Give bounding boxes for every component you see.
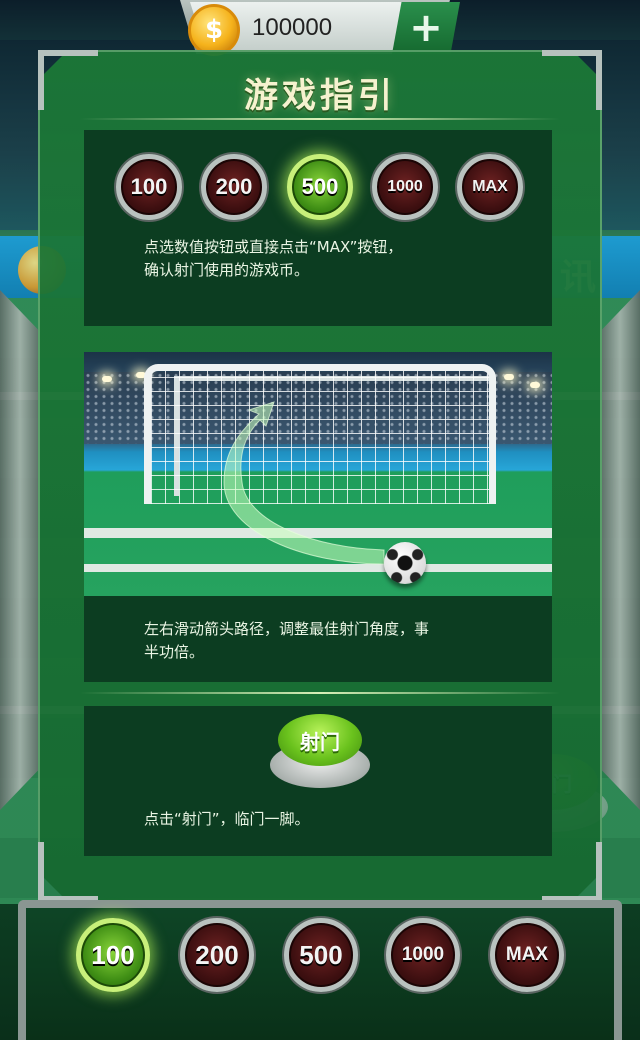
- title-divider: [80, 118, 560, 120]
- chip-label: 1000: [387, 178, 423, 195]
- chip-label: 1000: [401, 944, 445, 965]
- bet-chip-500[interactable]: 500: [284, 918, 358, 992]
- shoot-label: 射门: [300, 729, 340, 754]
- add-coins-button[interactable]: +: [392, 2, 460, 54]
- guide-chip-500-selected: 500: [287, 154, 353, 220]
- section-divider: [80, 692, 560, 694]
- chip-label: 200: [195, 939, 239, 970]
- step-1-line-2: 确认射门使用的游戏币。: [144, 261, 310, 279]
- chip-label: MAX: [505, 944, 549, 965]
- coin-symbol: $: [204, 15, 224, 45]
- guide-chip-1000: 1000: [372, 154, 438, 220]
- coin-icon: $: [188, 4, 240, 56]
- goal-illustration: [84, 352, 552, 596]
- guide-chip-200: 200: [201, 154, 267, 220]
- button-top: 射门: [278, 714, 362, 766]
- step-1-text: 点选数值按钮或直接点击“MAX”按钮， 确认射门使用的游戏币。: [144, 236, 524, 282]
- step-2-line-2: 半功倍。: [144, 643, 205, 661]
- chip-label: 500: [299, 939, 343, 970]
- guide-chip-max: MAX: [457, 154, 523, 220]
- left-rail: [0, 290, 40, 810]
- coin-amount: 100000: [252, 14, 333, 41]
- chip-label: 100: [130, 174, 168, 199]
- bet-chip-100[interactable]: 100: [76, 918, 150, 992]
- soccer-ball-icon: [384, 542, 426, 584]
- guide-title: 游戏指引: [244, 76, 396, 116]
- guide-shoot-button: 射门: [270, 712, 370, 788]
- chip-label: 500: [301, 174, 339, 199]
- bet-chip-max[interactable]: MAX: [490, 918, 564, 992]
- shot-path-arrow-icon: [223, 401, 385, 565]
- chip-label: MAX: [472, 178, 508, 195]
- chip-label: 100: [91, 939, 135, 970]
- right-rail: [600, 290, 640, 810]
- bet-chip-200[interactable]: 200: [180, 918, 254, 992]
- bet-chip-1000[interactable]: 1000: [386, 918, 460, 992]
- step-2-line-1: 左右滑动箭头路径，调整最佳射门角度，事: [144, 620, 430, 638]
- step-2-text: 左右滑动箭头路径，调整最佳射门角度，事 半功倍。: [144, 618, 524, 664]
- step-1-line-1: 点选数值按钮或直接点击“MAX”按钮，: [144, 238, 403, 256]
- plus-icon: +: [409, 5, 443, 51]
- chip-label: 200: [215, 174, 253, 199]
- guide-chip-100: 100: [116, 154, 182, 220]
- step-3-text: 点击“射门”，临门一脚。: [144, 810, 310, 828]
